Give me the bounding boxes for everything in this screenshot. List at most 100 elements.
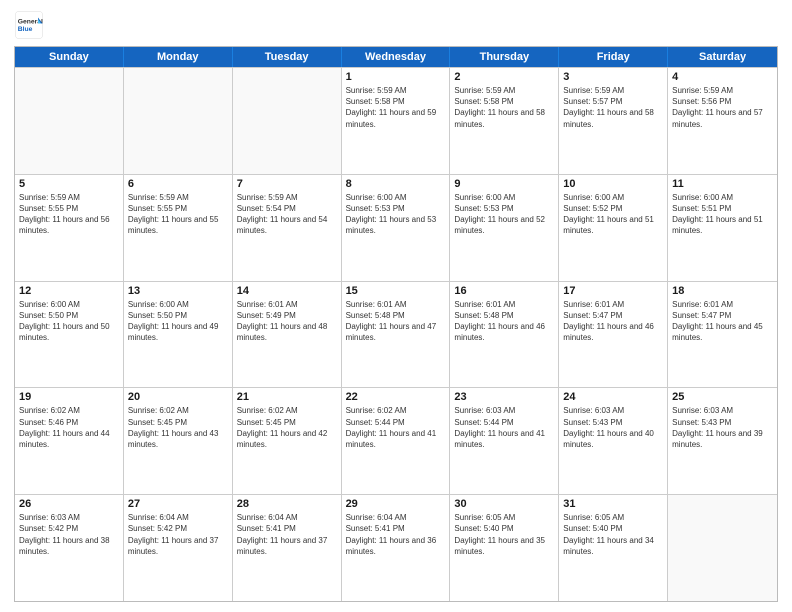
day-info: Sunrise: 6:01 AMSunset: 5:47 PMDaylight:…	[563, 299, 663, 344]
day-number: 18	[672, 285, 773, 297]
day-number: 6	[128, 178, 228, 190]
day-info: Sunrise: 6:04 AMSunset: 5:41 PMDaylight:…	[237, 512, 337, 557]
calendar-cell: 24 Sunrise: 6:03 AMSunset: 5:43 PMDayligh…	[559, 388, 668, 494]
day-number: 17	[563, 285, 663, 297]
day-info: Sunrise: 6:03 AMSunset: 5:42 PMDaylight:…	[19, 512, 119, 557]
calendar-cell: 13 Sunrise: 6:00 AMSunset: 5:50 PMDayligh…	[124, 282, 233, 388]
svg-text:Blue: Blue	[18, 26, 33, 33]
day-number: 16	[454, 285, 554, 297]
calendar-cell: 25 Sunrise: 6:03 AMSunset: 5:43 PMDayligh…	[668, 388, 777, 494]
calendar-cell: 26 Sunrise: 6:03 AMSunset: 5:42 PMDayligh…	[15, 495, 124, 601]
day-number: 29	[346, 498, 446, 510]
calendar-cell: 17 Sunrise: 6:01 AMSunset: 5:47 PMDayligh…	[559, 282, 668, 388]
day-number: 25	[672, 391, 773, 403]
day-number: 21	[237, 391, 337, 403]
header-day-tuesday: Tuesday	[233, 47, 342, 67]
calendar-cell: 30 Sunrise: 6:05 AMSunset: 5:40 PMDayligh…	[450, 495, 559, 601]
day-info: Sunrise: 5:59 AMSunset: 5:55 PMDaylight:…	[128, 192, 228, 237]
day-number: 10	[563, 178, 663, 190]
header-day-saturday: Saturday	[668, 47, 777, 67]
calendar-cell: 19 Sunrise: 6:02 AMSunset: 5:46 PMDayligh…	[15, 388, 124, 494]
day-number: 19	[19, 391, 119, 403]
calendar-cell: 23 Sunrise: 6:03 AMSunset: 5:44 PMDayligh…	[450, 388, 559, 494]
day-number: 30	[454, 498, 554, 510]
calendar-cell: 2Sunrise: 5:59 AMSunset: 5:58 PMDaylight…	[450, 68, 559, 174]
day-number: 13	[128, 285, 228, 297]
day-info: Sunrise: 6:05 AMSunset: 5:40 PMDaylight:…	[454, 512, 554, 557]
day-number: 3	[563, 71, 663, 83]
day-info: Sunrise: 6:03 AMSunset: 5:43 PMDaylight:…	[563, 405, 663, 450]
day-info: Sunrise: 5:59 AMSunset: 5:56 PMDaylight:…	[672, 85, 773, 130]
day-number: 31	[563, 498, 663, 510]
header-day-monday: Monday	[124, 47, 233, 67]
day-info: Sunrise: 5:59 AMSunset: 5:54 PMDaylight:…	[237, 192, 337, 237]
calendar-cell: 31 Sunrise: 6:05 AMSunset: 5:40 PMDayligh…	[559, 495, 668, 601]
calendar-cell: 16 Sunrise: 6:01 AMSunset: 5:48 PMDayligh…	[450, 282, 559, 388]
day-info: Sunrise: 6:02 AMSunset: 5:44 PMDaylight:…	[346, 405, 446, 450]
logo: General Blue	[14, 10, 48, 40]
header-day-wednesday: Wednesday	[342, 47, 451, 67]
header-day-friday: Friday	[559, 47, 668, 67]
day-number: 14	[237, 285, 337, 297]
day-number: 4	[672, 71, 773, 83]
calendar-cell: 9Sunrise: 6:00 AMSunset: 5:53 PMDaylight…	[450, 175, 559, 281]
calendar-cell: 3 Sunrise: 5:59 AMSunset: 5:57 PMDaylight…	[559, 68, 668, 174]
calendar-cell: 12 Sunrise: 6:00 AMSunset: 5:50 PMDayligh…	[15, 282, 124, 388]
day-info: Sunrise: 6:01 AMSunset: 5:48 PMDaylight:…	[454, 299, 554, 344]
day-info: Sunrise: 6:00 AMSunset: 5:52 PMDaylight:…	[563, 192, 663, 237]
calendar-cell: 27Sunrise: 6:04 AMSunset: 5:42 PMDayligh…	[124, 495, 233, 601]
day-info: Sunrise: 6:00 AMSunset: 5:53 PMDaylight:…	[454, 192, 554, 237]
calendar-cell: 14 Sunrise: 6:01 AMSunset: 5:49 PMDayligh…	[233, 282, 342, 388]
day-info: Sunrise: 6:01 AMSunset: 5:47 PMDaylight:…	[672, 299, 773, 344]
calendar-week-2: 5 Sunrise: 5:59 AMSunset: 5:55 PMDaylight…	[15, 174, 777, 281]
calendar-week-1: 1 Sunrise: 5:59 AMSunset: 5:58 PMDaylight…	[15, 67, 777, 174]
day-number: 27	[128, 498, 228, 510]
day-number: 11	[672, 178, 773, 190]
calendar-cell: 15 Sunrise: 6:01 AMSunset: 5:48 PMDayligh…	[342, 282, 451, 388]
day-info: Sunrise: 6:00 AMSunset: 5:53 PMDaylight:…	[346, 192, 446, 237]
calendar-cell: 1 Sunrise: 5:59 AMSunset: 5:58 PMDaylight…	[342, 68, 451, 174]
day-info: Sunrise: 5:59 AMSunset: 5:57 PMDaylight:…	[563, 85, 663, 130]
day-info: Sunrise: 6:00 AMSunset: 5:50 PMDaylight:…	[19, 299, 119, 344]
logo-icon: General Blue	[14, 10, 44, 40]
day-info: Sunrise: 6:02 AMSunset: 5:45 PMDaylight:…	[128, 405, 228, 450]
calendar-header-row: SundayMondayTuesdayWednesdayThursdayFrid…	[15, 47, 777, 67]
day-number: 23	[454, 391, 554, 403]
calendar-cell	[15, 68, 124, 174]
calendar-cell: 11Sunrise: 6:00 AMSunset: 5:51 PMDayligh…	[668, 175, 777, 281]
day-info: Sunrise: 6:02 AMSunset: 5:45 PMDaylight:…	[237, 405, 337, 450]
day-info: Sunrise: 5:59 AMSunset: 5:55 PMDaylight:…	[19, 192, 119, 237]
calendar-week-3: 12 Sunrise: 6:00 AMSunset: 5:50 PMDayligh…	[15, 281, 777, 388]
day-info: Sunrise: 6:03 AMSunset: 5:44 PMDaylight:…	[454, 405, 554, 450]
header: General Blue	[14, 10, 778, 40]
day-number: 26	[19, 498, 119, 510]
day-info: Sunrise: 6:02 AMSunset: 5:46 PMDaylight:…	[19, 405, 119, 450]
calendar-cell: 8Sunrise: 6:00 AMSunset: 5:53 PMDaylight…	[342, 175, 451, 281]
day-number: 22	[346, 391, 446, 403]
calendar-cell: 7Sunrise: 5:59 AMSunset: 5:54 PMDaylight…	[233, 175, 342, 281]
calendar-cell	[233, 68, 342, 174]
calendar-cell	[668, 495, 777, 601]
day-info: Sunrise: 6:04 AMSunset: 5:41 PMDaylight:…	[346, 512, 446, 557]
day-info: Sunrise: 6:01 AMSunset: 5:48 PMDaylight:…	[346, 299, 446, 344]
day-number: 20	[128, 391, 228, 403]
day-number: 12	[19, 285, 119, 297]
day-info: Sunrise: 6:01 AMSunset: 5:49 PMDaylight:…	[237, 299, 337, 344]
calendar-cell: 20 Sunrise: 6:02 AMSunset: 5:45 PMDayligh…	[124, 388, 233, 494]
header-day-thursday: Thursday	[450, 47, 559, 67]
calendar-cell: 4 Sunrise: 5:59 AMSunset: 5:56 PMDaylight…	[668, 68, 777, 174]
day-number: 15	[346, 285, 446, 297]
day-info: Sunrise: 6:03 AMSunset: 5:43 PMDaylight:…	[672, 405, 773, 450]
day-number: 24	[563, 391, 663, 403]
calendar-cell	[124, 68, 233, 174]
calendar-cell: 6 Sunrise: 5:59 AMSunset: 5:55 PMDaylight…	[124, 175, 233, 281]
day-number: 5	[19, 178, 119, 190]
day-info: Sunrise: 5:59 AMSunset: 5:58 PMDaylight:…	[346, 85, 446, 130]
day-info: Sunrise: 5:59 AMSunset: 5:58 PMDaylight:…	[454, 85, 554, 130]
calendar-cell: 21 Sunrise: 6:02 AMSunset: 5:45 PMDayligh…	[233, 388, 342, 494]
day-info: Sunrise: 6:05 AMSunset: 5:40 PMDaylight:…	[563, 512, 663, 557]
day-info: Sunrise: 6:00 AMSunset: 5:50 PMDaylight:…	[128, 299, 228, 344]
calendar-cell: 18 Sunrise: 6:01 AMSunset: 5:47 PMDayligh…	[668, 282, 777, 388]
calendar-cell: 22 Sunrise: 6:02 AMSunset: 5:44 PMDayligh…	[342, 388, 451, 494]
day-number: 1	[346, 71, 446, 83]
